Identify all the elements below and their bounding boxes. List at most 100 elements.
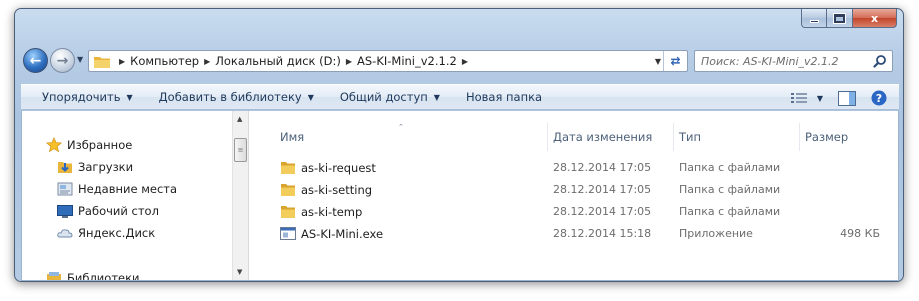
share-button[interactable]: Общий доступ ▼ [333, 86, 447, 108]
chevron-right-icon[interactable]: ▶ [346, 57, 352, 66]
scroll-up-icon[interactable]: ▲ [237, 115, 242, 123]
file-date: 28.12.2014 17:05 [553, 183, 652, 196]
address-dropdown-icon[interactable]: ▼ [655, 57, 661, 66]
sort-ascending-icon: ⌃ [398, 123, 404, 131]
chevron-right-icon[interactable]: ▶ [462, 57, 468, 66]
organize-label: Упорядочить [42, 90, 121, 104]
content-area: Избранное Загрузки Недавние места Рабочи… [21, 111, 899, 281]
sidebar-item-label: Рабочий стол [78, 204, 159, 218]
file-row[interactable]: as-ki-request 28.12.2014 17:05 Папка с ф… [250, 157, 890, 178]
sidebar-item-favorites[interactable]: Избранное [46, 135, 132, 155]
file-size: 498 КБ [840, 227, 880, 240]
navigation-pane-scrollbar[interactable]: ▲ ≡ ▼ [232, 111, 249, 280]
view-list-icon [791, 93, 807, 103]
file-row[interactable]: as-ki-temp 28.12.2014 17:05 Папка с файл… [250, 201, 890, 222]
chevron-down-icon: ▼ [816, 93, 824, 103]
sidebar-item-recent-places[interactable]: Недавние места [57, 179, 177, 199]
column-header-size[interactable]: Размер [805, 130, 848, 144]
star-icon [46, 137, 62, 153]
file-name: AS-KI-Mini.exe [301, 227, 384, 241]
minimize-button[interactable] [801, 9, 827, 28]
share-label: Общий доступ [339, 90, 428, 104]
help-button[interactable]: ? [865, 87, 893, 109]
file-date: 28.12.2014 17:05 [553, 205, 652, 218]
command-bar: Упорядочить ▼ Добавить в библиотеку ▼ Общи… [21, 84, 899, 110]
maximize-icon [833, 12, 846, 24]
forward-button[interactable]: → [50, 48, 75, 73]
grip-icon: ≡ [237, 146, 244, 154]
folder-icon [281, 162, 295, 174]
sidebar-item-libraries[interactable]: Библиотеки [46, 268, 140, 281]
sidebar-item-yandex-disk[interactable]: Яндекс.Диск [57, 223, 155, 243]
application-icon [280, 227, 296, 240]
chevron-down-icon: ▼ [307, 92, 314, 102]
column-divider[interactable] [547, 123, 548, 151]
file-name: as-ki-setting [301, 183, 373, 197]
scroll-thumb[interactable]: ≡ [234, 138, 247, 162]
navigation-pane: Избранное Загрузки Недавние места Рабочи… [22, 111, 232, 281]
add-to-library-button[interactable]: Добавить в библиотеку ▼ [152, 86, 321, 108]
search-box[interactable] [694, 50, 893, 72]
close-button[interactable]: x [853, 9, 897, 28]
column-divider[interactable] [673, 123, 674, 151]
address-bar[interactable]: ▶ Компьютер ▶ Локальный диск (D:) ▶ AS-K… [88, 50, 688, 72]
arrow-right-icon: → [56, 52, 69, 69]
column-divider[interactable] [799, 123, 800, 151]
file-list: ⌃ Имя Дата изменения Тип Размер as-ki-re… [250, 111, 898, 280]
change-view-button[interactable] [785, 87, 813, 109]
help-icon: ? [871, 90, 887, 106]
chevron-right-icon[interactable]: ▶ [204, 57, 210, 66]
explorer-window: x ← → ▼ ▶ Компьютер ▶ Локальный диск (D:… [14, 8, 904, 282]
file-type: Приложение [679, 227, 753, 240]
folder-icon [281, 206, 295, 218]
sidebar-item-label: Избранное [67, 138, 133, 152]
column-header-date[interactable]: Дата изменения [553, 130, 652, 144]
column-header-name[interactable]: Имя [280, 130, 304, 144]
file-name: as-ki-temp [301, 205, 363, 219]
scroll-down-icon[interactable]: ▼ [237, 268, 242, 276]
preview-pane-icon [838, 90, 856, 106]
maximize-button[interactable] [827, 9, 853, 28]
file-type: Папка с файлами [679, 183, 781, 196]
view-controls: ▼ ? [785, 85, 899, 111]
recent-places-icon [57, 181, 73, 197]
chevron-down-icon: ▼ [433, 92, 440, 102]
desktop-icon [57, 203, 73, 219]
sidebar-item-desktop[interactable]: Рабочий стол [57, 201, 159, 221]
chevron-right-icon[interactable]: ▶ [119, 57, 125, 66]
back-button[interactable]: ← [23, 48, 48, 73]
refresh-button[interactable]: ⇄ [663, 51, 687, 71]
file-row[interactable]: AS-KI-Mini.exe 28.12.2014 15:18 Приложен… [250, 223, 890, 244]
close-icon: x [870, 11, 879, 25]
downloads-icon [57, 159, 73, 175]
breadcrumb-computer[interactable]: Компьютер [130, 54, 199, 68]
search-icon[interactable] [873, 54, 887, 68]
cloud-icon [57, 225, 73, 241]
file-type: Папка с файлами [679, 205, 781, 218]
view-options-dropdown[interactable]: ▼ [813, 87, 827, 109]
chevron-down-icon: ▼ [126, 92, 133, 102]
file-date: 28.12.2014 17:05 [553, 161, 652, 174]
minimize-icon [809, 19, 819, 23]
history-dropdown[interactable]: ▼ [77, 55, 83, 64]
search-input[interactable] [701, 52, 871, 70]
refresh-icon: ⇄ [670, 54, 681, 68]
folder-icon [94, 56, 110, 68]
new-folder-button[interactable]: Новая папка [459, 86, 549, 108]
sidebar-item-label: Библиотеки [67, 271, 140, 281]
breadcrumb-local-disk[interactable]: Локальный диск (D:) [215, 54, 341, 68]
organize-button[interactable]: Упорядочить ▼ [35, 86, 140, 108]
sidebar-item-downloads[interactable]: Загрузки [57, 157, 133, 177]
new-folder-label: Новая папка [465, 90, 543, 104]
folder-icon [281, 184, 295, 196]
file-row[interactable]: as-ki-setting 28.12.2014 17:05 Папка с ф… [250, 179, 890, 200]
sidebar-item-label: Яндекс.Диск [78, 226, 156, 240]
caption-buttons: x [801, 9, 897, 28]
sidebar-item-label: Недавние места [78, 182, 178, 196]
column-header-type[interactable]: Тип [679, 130, 701, 144]
breadcrumb-current-folder[interactable]: AS-KI-Mini_v2.1.2 [357, 54, 457, 68]
svg-text:?: ? [876, 92, 882, 105]
preview-pane-button[interactable] [833, 87, 861, 109]
sidebar-item-label: Загрузки [78, 160, 134, 174]
file-name: as-ki-request [301, 161, 376, 175]
